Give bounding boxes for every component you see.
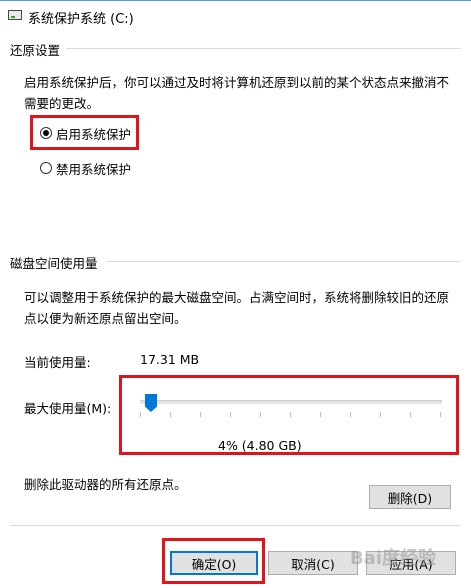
radio-disable-label: 禁用系统保护 [56,161,132,177]
restore-description: 启用系统保护后，你可以通过及时将计算机还原到以前的某个状态点来撤消不需要的更改。 [24,75,450,111]
disk-description: 可以调整用于系统保护的最大磁盘空间。占满空间时，系统将删除较旧的还原点以便为新还… [24,290,450,326]
divider [66,48,461,49]
disk-usage-heading: 磁盘空间使用量 [10,256,98,271]
footer-divider [10,525,461,526]
radio-disable-protection[interactable]: 禁用系统保护 [40,159,131,177]
highlight-box-ok [162,538,265,584]
highlight-box-slider [119,375,459,455]
current-usage-value: 17.31 MB [140,352,200,367]
delete-description: 删除此驱动器的所有还原点。 [24,477,187,492]
restore-settings-heading: 还原设置 [10,43,61,58]
cancel-button[interactable]: 取消(C) [268,551,358,575]
max-usage-label: 最大使用量(M): [24,401,112,416]
delete-button[interactable]: 删除(D) [369,485,451,509]
title-bar[interactable]: 系统保护系统 (C:) [0,0,471,31]
current-usage-label: 当前使用量: [24,355,91,370]
radio-unselected-icon[interactable] [40,162,52,174]
divider [106,261,461,262]
window-title: 系统保护系统 (C:) [28,12,134,27]
watermark: Bai度经验 [350,548,437,569]
highlight-box-enable [30,115,139,150]
drive-icon [8,10,22,20]
